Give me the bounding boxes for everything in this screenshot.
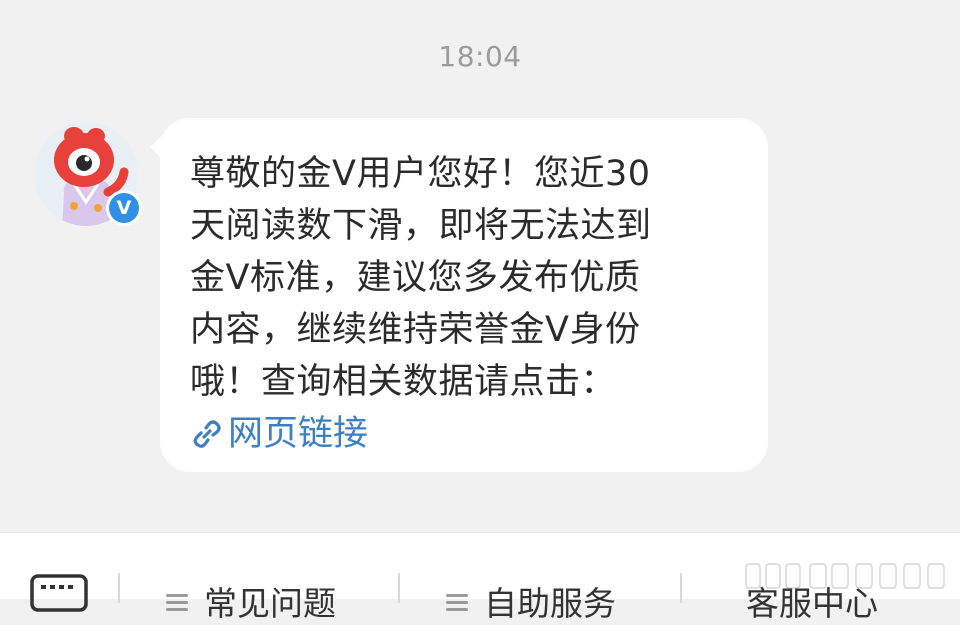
message-line: 天阅读数下滑，即将无法达到 [190,206,652,246]
menu-divider [118,573,120,603]
verified-v-icon: V [109,193,139,223]
web-link[interactable]: 网页链接 [190,408,368,460]
keyboard-icon [30,574,88,612]
menu-self-service[interactable]: 自助服务 [446,577,616,625]
sender-avatar[interactable]: V [34,122,142,226]
menu-faq[interactable]: 常见问题 [166,577,336,625]
keyboard-button[interactable] [28,573,90,613]
menu-divider [398,573,400,603]
menu-self-service-label: 自助服务 [484,584,616,623]
message-line: 金V标准，建议您多发布优质 [190,258,641,298]
message-bubble[interactable]: 尊敬的金V用户您好！您近30 天阅读数下滑，即将无法达到 金V标准，建议您多发布… [160,118,768,472]
message-line: 哦！查询相关数据请点击： [190,362,617,402]
message-line: 内容，继续维持荣誉金V身份 [190,310,641,350]
verified-badge: V [106,190,142,226]
menu-faq-label: 常见问题 [204,584,336,623]
menu-lines-icon [446,590,468,612]
watermark-logo [740,562,952,592]
web-link-label: 网页链接 [228,414,369,454]
menu-divider [680,573,682,603]
message-timestamp: 18:04 [438,40,522,73]
link-icon [193,420,221,448]
message-line: 尊敬的金V用户您好！您近30 [190,154,651,194]
chat-area: 18:04 V 尊敬的金V用户您好！您近30 天阅读数下滑，即将无法达到 金V标… [0,0,960,532]
message-text: 尊敬的金V用户您好！您近30 天阅读数下滑，即将无法达到 金V标准，建议您多发布… [190,148,750,408]
menu-lines-icon [166,590,188,612]
